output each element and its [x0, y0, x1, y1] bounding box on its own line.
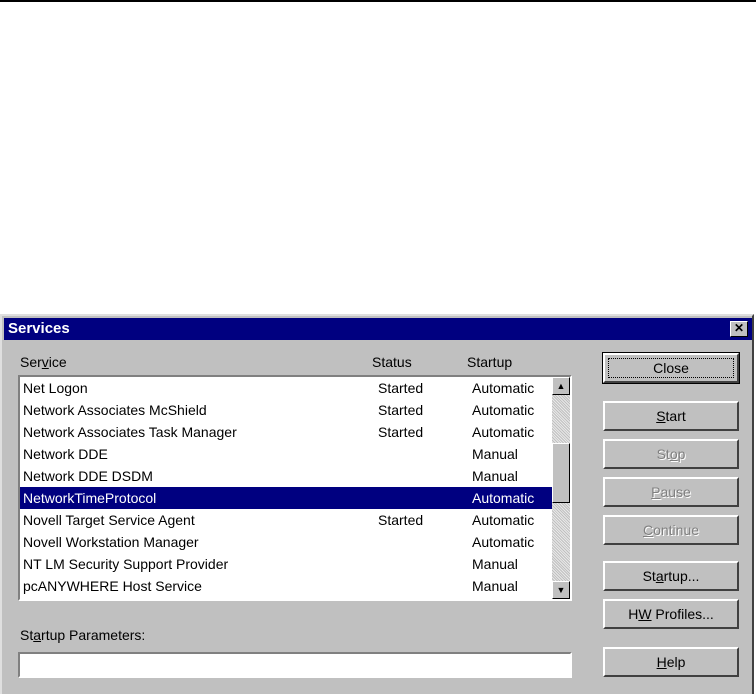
- list-item[interactable]: Network DDE DSDM Manual: [20, 465, 552, 487]
- column-header-startup: Startup: [467, 354, 513, 370]
- service-name: Novell Target Service Agent: [23, 512, 195, 528]
- help-button[interactable]: Help: [603, 647, 739, 677]
- column-header-status: Status: [372, 354, 412, 370]
- list-item[interactable]: NT LM Security Support Provider Manual: [20, 553, 552, 575]
- continue-button[interactable]: Continue: [603, 515, 739, 545]
- service-name: Network DDE DSDM: [23, 468, 153, 484]
- startup-parameters-input[interactable]: [18, 652, 572, 678]
- pause-button[interactable]: Pause: [603, 477, 739, 507]
- scroll-down-icon[interactable]: ▼: [552, 581, 570, 599]
- service-startup: Automatic: [472, 380, 535, 396]
- service-startup: Automatic: [472, 490, 535, 506]
- service-startup: Manual: [472, 578, 518, 594]
- services-list[interactable]: Net Logon Started Automatic Network Asso…: [18, 375, 572, 601]
- focus-rectangle: [608, 358, 734, 378]
- list-item-selected[interactable]: NetworkTimeProtocol Automatic: [20, 487, 552, 509]
- service-name: Novell Workstation Manager: [23, 534, 199, 550]
- service-status: Started: [378, 512, 424, 528]
- start-button[interactable]: Start: [603, 401, 739, 431]
- vertical-scrollbar[interactable]: ▲ ▼: [552, 377, 570, 599]
- service-startup: Automatic: [472, 402, 535, 418]
- list-item[interactable]: pcANYWHERE Host Service Manual: [20, 575, 552, 597]
- window-title: Services: [8, 320, 70, 337]
- list-item[interactable]: Network DDE Manual: [20, 443, 552, 465]
- scroll-thumb[interactable]: [552, 443, 570, 503]
- list-item[interactable]: Network Associates McShield Started Auto…: [20, 399, 552, 421]
- service-startup: Manual: [472, 556, 518, 572]
- service-startup: Automatic: [472, 534, 535, 550]
- title-bar[interactable]: Services ✕: [4, 318, 752, 340]
- service-status: Started: [378, 424, 424, 440]
- services-dialog: Services ✕ Service Status Startup Net Lo…: [0, 314, 754, 694]
- service-startup: Manual: [472, 446, 518, 462]
- scroll-up-icon[interactable]: ▲: [552, 377, 570, 395]
- service-startup: Automatic: [472, 512, 535, 528]
- service-name: NT LM Security Support Provider: [23, 556, 229, 572]
- service-startup: Manual: [472, 468, 518, 484]
- list-item[interactable]: Net Logon Started Automatic: [20, 377, 552, 399]
- list-item[interactable]: Network Associates Task Manager Started …: [20, 421, 552, 443]
- top-border-line: [0, 0, 756, 2]
- stop-button[interactable]: Stop: [603, 439, 739, 469]
- service-name: Network Associates Task Manager: [23, 424, 237, 440]
- service-name: Net Logon: [23, 380, 88, 396]
- service-name: NetworkTimeProtocol: [23, 490, 157, 506]
- startup-parameters-label: Startup Parameters:: [20, 627, 146, 643]
- list-item[interactable]: Novell Target Service Agent Started Auto…: [20, 509, 552, 531]
- service-startup: Automatic: [472, 424, 535, 440]
- startup-button[interactable]: Startup...: [603, 561, 739, 591]
- column-header-service: Service: [20, 354, 67, 370]
- service-name: pcANYWHERE Host Service: [23, 578, 202, 594]
- close-icon[interactable]: ✕: [730, 321, 748, 337]
- service-name: Network DDE: [23, 446, 108, 462]
- service-status: Started: [378, 402, 424, 418]
- hw-profiles-button[interactable]: HW Profiles...: [603, 599, 739, 629]
- service-name: Network Associates McShield: [23, 402, 207, 418]
- service-status: Started: [378, 380, 424, 396]
- close-button[interactable]: Close: [602, 352, 740, 384]
- list-item[interactable]: Novell Workstation Manager Automatic: [20, 531, 552, 553]
